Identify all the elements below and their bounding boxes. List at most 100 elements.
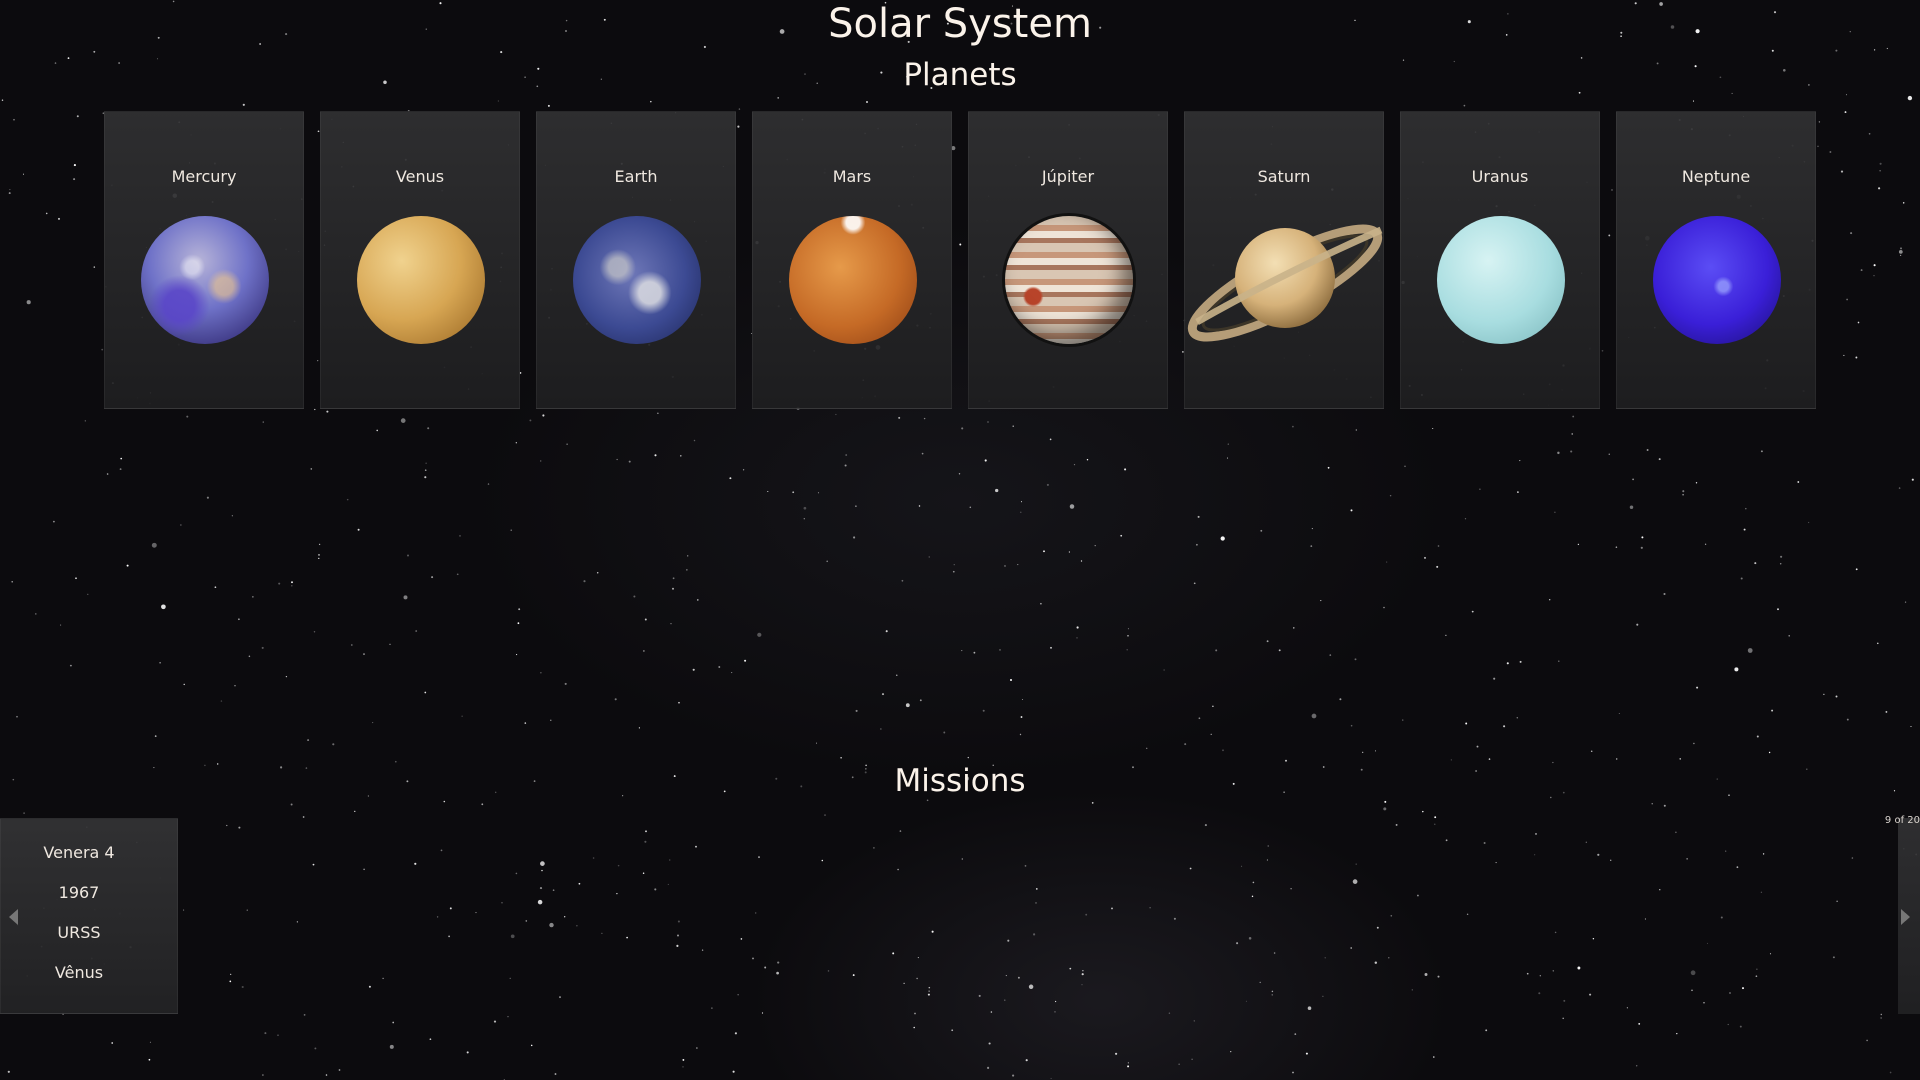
star — [1902, 202, 1905, 204]
star — [518, 608, 521, 611]
star — [1843, 354, 1845, 356]
star — [424, 691, 427, 694]
star — [264, 1032, 267, 1035]
star — [885, 630, 888, 633]
star — [1383, 606, 1385, 609]
planet-card-venus[interactable]: Venus — [320, 111, 520, 409]
star — [154, 735, 157, 737]
star — [1222, 749, 1224, 752]
star — [1747, 648, 1753, 653]
star — [1197, 515, 1200, 518]
star — [1463, 104, 1466, 107]
star — [60, 624, 62, 626]
star — [969, 506, 972, 509]
chevron-left-icon[interactable] — [9, 909, 18, 925]
star — [840, 756, 842, 759]
star — [547, 104, 550, 107]
star — [1374, 961, 1378, 964]
star — [928, 986, 931, 989]
star — [1352, 879, 1358, 884]
star — [873, 847, 875, 849]
star — [1189, 867, 1192, 870]
star — [307, 739, 310, 742]
planet-name: Uranus — [1471, 167, 1529, 186]
planet-card-jupiter[interactable]: Júpiter — [968, 111, 1168, 409]
star — [542, 414, 545, 417]
star — [644, 840, 647, 843]
star — [1907, 95, 1913, 101]
star — [1320, 600, 1322, 602]
star — [826, 560, 828, 563]
star — [1835, 695, 1838, 698]
planet-card-neptune[interactable]: Neptune — [1616, 111, 1816, 409]
star — [1519, 660, 1522, 663]
star — [1196, 543, 1198, 546]
star — [35, 613, 37, 615]
star — [1548, 598, 1551, 601]
star — [1009, 678, 1013, 682]
star — [1085, 913, 1088, 916]
star — [943, 731, 946, 734]
planet-card-mars[interactable]: Mars — [752, 111, 952, 409]
star — [1663, 592, 1666, 596]
planet-card-uranus[interactable]: Uranus — [1400, 111, 1600, 409]
star — [1271, 994, 1273, 996]
star — [314, 1047, 317, 1050]
star — [566, 443, 568, 445]
mission-agency: URSS — [57, 923, 101, 942]
star — [1386, 561, 1388, 563]
star — [1517, 491, 1519, 493]
star — [1146, 747, 1148, 749]
star — [1267, 845, 1269, 847]
star — [23, 812, 25, 814]
star — [928, 990, 930, 992]
planet-card-earth[interactable]: Earth — [536, 111, 736, 409]
planet-card-mercury[interactable]: Mercury — [104, 111, 304, 409]
star — [903, 982, 905, 985]
star — [892, 952, 895, 955]
star — [1898, 487, 1901, 489]
star — [1271, 990, 1274, 993]
star — [1485, 1029, 1488, 1032]
star — [475, 912, 477, 914]
star — [1127, 628, 1129, 630]
star — [678, 701, 680, 704]
star — [487, 483, 490, 485]
star — [278, 582, 281, 585]
star — [718, 666, 721, 668]
star — [803, 518, 805, 520]
star — [1911, 478, 1914, 481]
planet-card-saturn[interactable]: Saturn — [1184, 111, 1384, 409]
star — [667, 883, 669, 885]
star — [540, 460, 542, 462]
star — [161, 604, 166, 610]
mission-card[interactable]: Venera 4 1967 URSS Vênus — [0, 818, 178, 1014]
mercury-icon — [141, 216, 269, 344]
star — [1868, 132, 1871, 135]
star — [638, 727, 641, 729]
star — [680, 455, 682, 457]
star — [13, 118, 15, 121]
star — [1050, 1077, 1052, 1079]
star — [827, 970, 830, 972]
star — [229, 980, 232, 983]
star — [93, 266, 96, 268]
star — [1404, 465, 1406, 468]
star — [1495, 862, 1497, 864]
star — [354, 810, 356, 813]
planet-name: Mercury — [171, 167, 237, 186]
star — [1692, 100, 1695, 102]
star — [654, 888, 657, 891]
star — [22, 173, 25, 175]
chevron-right-icon[interactable] — [1901, 909, 1910, 925]
star — [1769, 953, 1772, 955]
star — [493, 1020, 497, 1023]
star — [866, 101, 868, 103]
star — [835, 413, 837, 416]
star — [1610, 859, 1612, 861]
star — [738, 108, 741, 110]
star — [507, 1016, 509, 1018]
star — [686, 569, 688, 571]
star — [73, 164, 76, 167]
star — [1585, 841, 1587, 843]
